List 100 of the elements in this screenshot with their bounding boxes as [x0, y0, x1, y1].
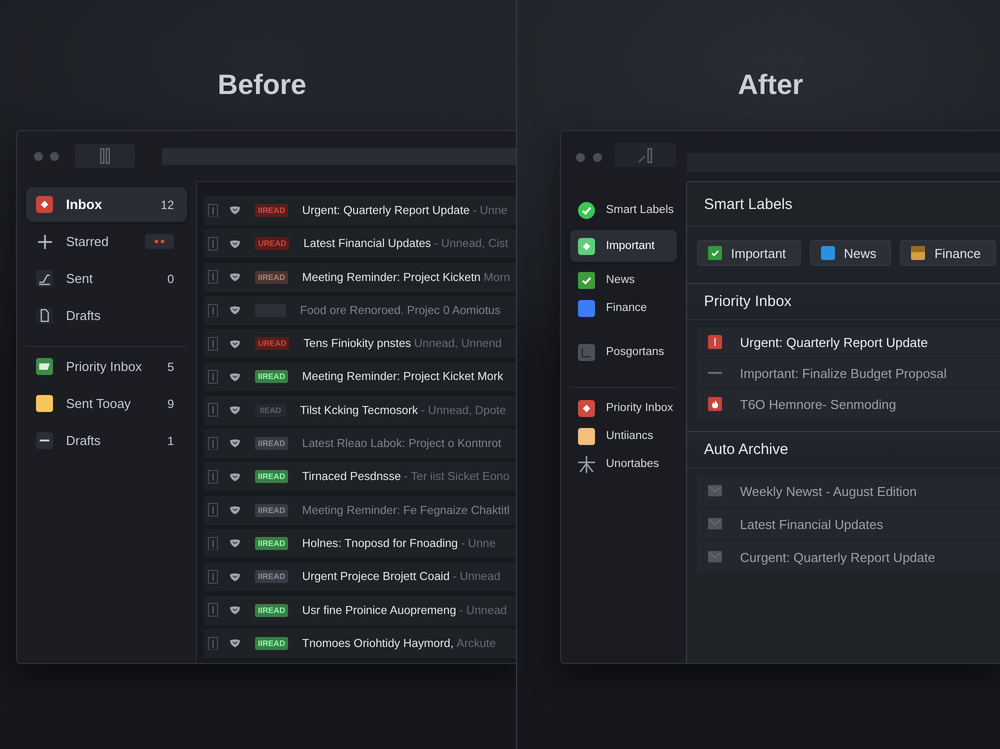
message-row[interactable]: Important: Finalize Budget Proposal	[697, 358, 1000, 388]
sidebar-item[interactable]: Sent Tooay 9	[26, 386, 187, 421]
comparison-heading: After	[738, 69, 804, 100]
message-snippet: - Unne	[460, 536, 496, 550]
message-row[interactable]: IIEAD Tilst Kcking Tecmosork - Unnead, Dpote	[204, 396, 516, 425]
sidebar-item[interactable]: Drafts 1	[26, 423, 187, 458]
shield-icon	[230, 206, 240, 215]
message-row[interactable]: IIREAD Latest Rleao Labok: Project o Kontnrot	[204, 429, 516, 458]
bar-box-icon	[208, 236, 218, 251]
sidebar-item[interactable]: Inbox 12	[26, 187, 187, 222]
message-subject: Food ore Renoroed. Projec 0 Aomiotus	[300, 304, 500, 317]
unread-count: 12	[160, 198, 174, 212]
message-row[interactable]: IIREAD Meeting Reminder: Fe Fegnaize Chaktitl	[204, 496, 516, 525]
message-subject: Usr fine Proinice Auopremeng	[302, 604, 456, 617]
message-subject: Tirnaced Pesdnsse	[302, 470, 401, 484]
sidebar-item[interactable]: Posgortans	[570, 338, 677, 366]
shield-icon	[230, 639, 240, 648]
message-row[interactable]: Curgent: Quarterly Report Update	[697, 541, 1000, 573]
double-bar-icon	[100, 148, 110, 164]
sidebar-item[interactable]: Drafts	[26, 298, 187, 333]
message-subject: Meeting Reminder: Project Kicket Mork	[302, 370, 504, 384]
message-subject: Urgent: Quarterly Report Update	[302, 204, 470, 217]
status-tag: IIREAD	[255, 370, 288, 384]
unread-count: 9	[167, 396, 174, 410]
sidebar-item[interactable]: Priority Inbox	[570, 394, 677, 422]
unread-count: 1	[167, 434, 174, 448]
message-subject: Tnomoes Oriohtidy Haymord,	[302, 636, 454, 650]
shield-icon	[230, 340, 240, 348]
toolbar-button[interactable]	[75, 144, 135, 168]
message-snippet: - Unnead, Cist	[434, 237, 508, 250]
sidebar-item[interactable]: Important	[570, 230, 677, 262]
section-title: Auto Archive	[704, 441, 788, 458]
message-row[interactable]: T6O Hemnore- Senmoding	[697, 389, 1000, 419]
toolbar-button[interactable]	[615, 143, 676, 167]
shield-icon	[230, 372, 240, 382]
message-row[interactable]: IIREAD Tnomoes Oriohtidy Haymord, Arckute	[204, 628, 516, 658]
window-dot-icon	[34, 152, 43, 160]
message-snippet: - Unnead	[459, 604, 507, 617]
status-tag: IIEAD	[255, 404, 286, 417]
window-dot-icon	[593, 153, 602, 162]
message-subject: Tens Finiokity pnstes	[303, 337, 412, 350]
status-tag: IIREAD	[255, 270, 288, 284]
message-subject: Curgent: Quarterly Report Update	[740, 550, 936, 564]
sidebar-item[interactable]: Priority Inbox 5	[26, 349, 187, 384]
bar-box-icon	[208, 336, 218, 350]
sidebar-item[interactable]: Starred	[26, 224, 187, 259]
sidebar-item[interactable]: News	[570, 266, 677, 294]
status-tag: IIREAD	[255, 470, 288, 484]
message-row[interactable]: UREAD Latest Financial Updates - Unnead, Cist	[204, 229, 516, 258]
message-row[interactable]: IIREAD Meeting Reminder: Project Kicket Mork	[204, 362, 516, 392]
message-row[interactable]: IIREAD Meeting Reminder: Project Kicketn Morn	[204, 262, 516, 292]
window-dot-icon	[50, 152, 59, 160]
message-snippet: - Ter iist Sicket Eono	[404, 470, 510, 484]
message-row[interactable]: UREAD Tens Finiokity pnstes Unnead, Unnend	[204, 329, 516, 358]
message-snippet: - Unnead, Dpote	[420, 404, 506, 417]
bar-box-icon	[208, 570, 218, 584]
envelope-icon	[708, 551, 722, 563]
message-subject: Urgent Projece Brojett Coaid	[302, 570, 450, 584]
window-dot-icon	[576, 153, 585, 162]
sidebar-item[interactable]: Untiiancs	[570, 422, 677, 450]
message-row[interactable]: IIREAD Usr fine Proinice Auopremeng - Unnead	[204, 596, 516, 625]
sidebar-item[interactable]: Unortabes	[570, 450, 677, 478]
status-tag: IIREAD	[255, 504, 288, 517]
sidebar-item[interactable]: Sent 0	[26, 261, 187, 296]
shield-icon	[230, 240, 240, 248]
bar-box-icon	[208, 403, 218, 418]
address-field[interactable]	[162, 148, 516, 164]
slash-bar-icon	[638, 148, 653, 162]
bar-box-icon	[208, 370, 218, 384]
message-row[interactable]: Weekly Newst - August Edition	[697, 475, 1000, 507]
message-row[interactable]: IIREAD Urgent Projece Brojett Coaid - Unnead	[204, 562, 516, 592]
message-row[interactable]: Food ore Renoroed. Projec 0 Aomiotus	[204, 296, 516, 325]
status-tag: IIREAD	[255, 437, 288, 450]
status-tag: IIREAD	[255, 604, 288, 617]
bar-box-icon	[208, 603, 218, 617]
label-chip[interactable]: Important	[697, 240, 801, 266]
sidebar-item[interactable]: Finance	[570, 294, 677, 322]
document-icon	[36, 307, 53, 324]
shield-icon	[230, 606, 240, 614]
unread-count: 0	[167, 272, 174, 286]
message-snippet: Morn	[484, 270, 510, 284]
message-row[interactable]: IIREAD Tirnaced Pesdnsse - Ter iist Sicket Eono	[204, 462, 516, 492]
bar-box-icon	[208, 503, 218, 517]
bar-box-icon	[208, 304, 218, 318]
message-snippet: - Unne	[472, 204, 508, 217]
alert-icon	[708, 335, 722, 349]
message-row[interactable]: IIREAD Holnes: Tnoposd for Fnoading - Unne	[204, 528, 516, 558]
unread-count: 5	[167, 360, 174, 374]
status-tag: IIREAD	[255, 570, 288, 584]
label-chip[interactable]: News	[810, 240, 892, 266]
message-row[interactable]: Urgent: Quarterly Report Update	[697, 327, 1000, 357]
envelope-icon	[708, 485, 722, 497]
label-chip[interactable]: Finance	[900, 240, 996, 266]
message-row[interactable]: Latest Financial Updates	[697, 508, 1000, 540]
message-subject: Holnes: Tnoposd for Fnoading	[302, 536, 458, 550]
sidebar-item[interactable]: Smart Labels	[570, 196, 677, 224]
shield-icon	[230, 539, 240, 548]
status-tag: IIREAD	[255, 536, 288, 550]
message-subject: Weekly Newst - August Edition	[740, 484, 917, 498]
message-row[interactable]: IIREAD Urgent: Quarterly Report Update - Unne	[204, 196, 516, 225]
